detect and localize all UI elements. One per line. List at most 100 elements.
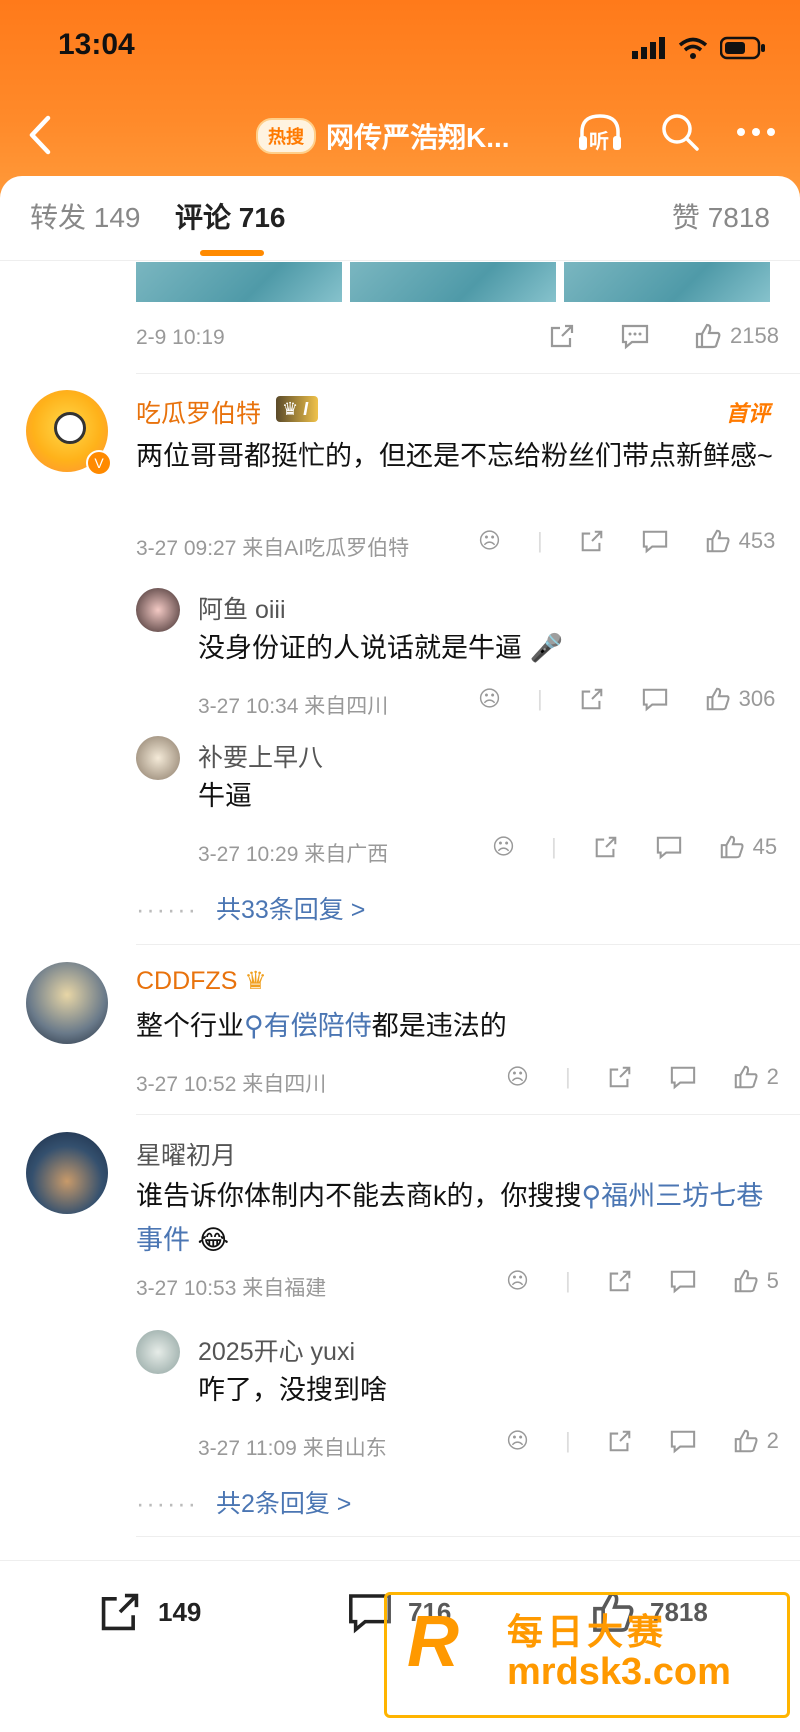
tabs-divider: [0, 260, 800, 261]
dislike-icon[interactable]: ☹: [506, 1428, 529, 1454]
tab-comments[interactable]: 评论 716: [175, 196, 286, 236]
comment-author[interactable]: 星曜初月: [136, 1136, 236, 1172]
comment-time: 3-27 09:27 来自AI吃瓜罗伯特: [136, 537, 410, 560]
share-icon[interactable]: [607, 1064, 633, 1090]
battery-icon: [720, 36, 765, 60]
dislike-icon[interactable]: ☹: [506, 1268, 529, 1294]
comment-divider: [136, 373, 800, 374]
reply-time: 3-27 10:29 来自广西: [198, 843, 389, 866]
more-options-icon[interactable]: [736, 127, 776, 137]
reply-author[interactable]: 阿鱼 oiii: [198, 590, 286, 626]
hot-search-badge[interactable]: 热搜: [256, 118, 316, 154]
comment-text: 整个行业⚲有偿陪侍都是违法的: [136, 1004, 507, 1048]
reply-text: 没身份证的人说话就是牛逼 🎤: [198, 626, 563, 670]
dislike-icon[interactable]: ☹: [492, 834, 515, 860]
reply-actions: ☹ | 45: [492, 834, 778, 860]
reply-time: 3-27 11:09 来自山东: [198, 1437, 387, 1460]
nav-title: 网传严浩翔K...: [326, 122, 510, 153]
comment-author[interactable]: 吃瓜罗伯特: [136, 394, 261, 430]
signal-icon: [632, 37, 665, 59]
reply-author[interactable]: 2025开心 yuxi: [198, 1332, 355, 1368]
status-time: 13:04: [58, 28, 135, 61]
crown-icon: ♛: [244, 967, 267, 995]
like-button[interactable]: 2: [733, 1428, 779, 1454]
author-name: CDDFZS: [136, 967, 238, 995]
comment-actions: ☹ | 2: [506, 1064, 779, 1090]
view-more-replies[interactable]: ······ 共2条回复 >: [136, 1484, 351, 1520]
like-button[interactable]: 45: [719, 834, 777, 860]
avatar[interactable]: [136, 1330, 180, 1374]
thumbs-up-icon: [720, 835, 744, 859]
like-button[interactable]: 2158: [694, 322, 779, 350]
share-icon[interactable]: [607, 1268, 633, 1294]
listen-label: 听: [589, 131, 609, 153]
nav-title-group[interactable]: 热搜 网传严浩翔K...: [256, 116, 510, 156]
like-button[interactable]: 306: [705, 686, 775, 712]
thumbs-up-icon: [734, 1429, 758, 1453]
reply-actions: ☹ | 306: [478, 686, 776, 712]
back-icon[interactable]: [20, 110, 60, 160]
top-header: 13:04 热搜 网传严浩翔K... 听: [0, 0, 800, 200]
post-image-1[interactable]: [136, 262, 342, 302]
comment-icon[interactable]: [641, 528, 669, 554]
text-part: 谁告诉你体制内不能去商k的，你搜搜: [136, 1181, 582, 1211]
text-part: 整个行业: [136, 1011, 244, 1041]
comment-time: 3-27 10:53 来自福建: [136, 1277, 327, 1300]
reply-actions: ☹ | 2: [506, 1428, 779, 1454]
watermark: R 每日大赛 mrdsk3.com: [384, 1592, 790, 1718]
dislike-icon[interactable]: ☹: [506, 1064, 529, 1090]
like-button[interactable]: 5: [733, 1268, 779, 1294]
post-time: 2-9 10:19: [136, 326, 225, 349]
like-button[interactable]: 2: [733, 1064, 779, 1090]
laughing-emoji-icon: 😂: [197, 1225, 230, 1255]
repost-count: 149: [158, 1596, 202, 1627]
thumbs-up-icon: [734, 1269, 758, 1293]
comment-author[interactable]: CDDFZS ♛: [136, 966, 267, 996]
share-icon[interactable]: [579, 686, 605, 712]
share-icon[interactable]: [593, 834, 619, 860]
reply-author[interactable]: 补要上早八: [198, 738, 323, 774]
post-image-2[interactable]: [350, 262, 556, 302]
share-icon[interactable]: [548, 322, 576, 350]
comment-icon[interactable]: [641, 686, 669, 712]
share-icon[interactable]: [579, 528, 605, 554]
tab-repost[interactable]: 转发 149: [30, 196, 141, 236]
view-more-replies[interactable]: ······ 共33条回复 >: [136, 890, 365, 926]
watermark-logo: R: [407, 1602, 459, 1682]
avatar[interactable]: [136, 588, 180, 632]
like-button[interactable]: 453: [705, 528, 775, 554]
avatar[interactable]: [26, 1132, 108, 1214]
link-label: 有偿陪侍: [263, 1011, 372, 1041]
bottom-repost-button[interactable]: 149: [96, 1589, 201, 1635]
nav-bar: 热搜 网传严浩翔K... 听: [0, 110, 800, 160]
dislike-icon[interactable]: ☹: [478, 686, 501, 712]
post-image-3[interactable]: [564, 262, 770, 302]
level-label: I: [303, 399, 309, 419]
search-icon[interactable]: [660, 112, 700, 152]
tab-likes[interactable]: 赞 7818: [672, 196, 770, 236]
share-icon[interactable]: [607, 1428, 633, 1454]
dots: ······: [136, 896, 198, 924]
topic-link[interactable]: ⚲有偿陪侍: [244, 1011, 372, 1041]
emoji-icon: 🎤: [529, 633, 564, 663]
comment-text: 两位哥哥都挺忙的，但还是不忘给粉丝们带点新鲜感~: [136, 441, 773, 471]
comment-icon[interactable]: [669, 1428, 697, 1454]
dislike-icon[interactable]: ☹: [478, 528, 501, 554]
comment-icon[interactable]: [669, 1268, 697, 1294]
comment-divider: [136, 944, 800, 945]
dots: ······: [136, 1490, 198, 1518]
avatar[interactable]: [26, 962, 108, 1044]
text-part: 都是违法的: [371, 1011, 507, 1041]
share-icon: [101, 1593, 139, 1631]
watermark-url: mrdsk3.com: [507, 1651, 731, 1693]
avatar[interactable]: [136, 736, 180, 780]
comment-text: 谁告诉你体制内不能去商k的，你搜搜⚲福州三坊七巷事件 😂: [136, 1174, 776, 1262]
nav-actions: 听: [576, 110, 776, 154]
comment-actions: ☹ | 453: [478, 528, 776, 554]
more-replies-label: 共33条回复 >: [215, 896, 366, 924]
comment-icon[interactable]: [655, 834, 683, 860]
reply-text-content: 没身份证的人说话就是牛逼: [198, 633, 522, 663]
comment-icon[interactable]: [669, 1064, 697, 1090]
comment-icon[interactable]: [620, 322, 650, 350]
listen-button[interactable]: 听: [576, 110, 624, 154]
